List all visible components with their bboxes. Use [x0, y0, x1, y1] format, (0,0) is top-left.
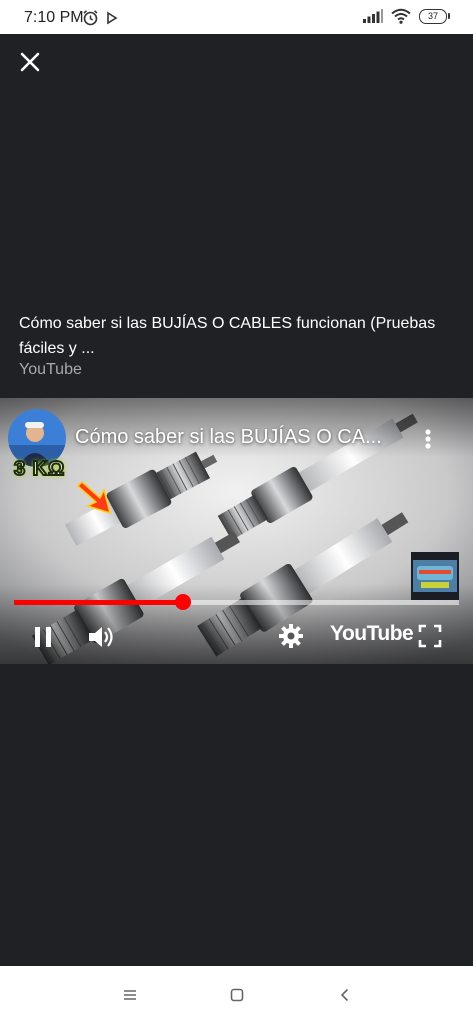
pause-button[interactable]	[30, 624, 56, 655]
volume-button[interactable]	[86, 622, 116, 657]
battery-icon: 37	[419, 8, 450, 24]
youtube-logo[interactable]: YouTube	[330, 622, 414, 646]
alarm-icon	[83, 10, 98, 26]
recent-apps-button[interactable]	[100, 966, 160, 1024]
channel-watermark[interactable]	[411, 552, 459, 600]
pause-icon	[35, 627, 51, 647]
back-button[interactable]	[315, 966, 375, 1024]
wifi-icon	[391, 8, 411, 24]
watermark-image	[411, 552, 459, 600]
close-icon	[20, 52, 40, 72]
gear-icon	[279, 624, 303, 648]
video-title[interactable]: Cómo saber si las BUJÍAS O CABLES funcio…	[19, 311, 459, 361]
source-label: YouTube	[19, 361, 82, 378]
close-button[interactable]	[16, 48, 44, 76]
progress-scrubber[interactable]	[175, 594, 192, 610]
overlay-video-title[interactable]: Cómo saber si las BUJÍAS O CA...	[75, 426, 382, 449]
settings-button[interactable]	[278, 623, 304, 654]
play-store-icon	[107, 11, 118, 24]
navigation-bar	[0, 966, 473, 1024]
battery-level: 37	[427, 11, 438, 21]
back-icon	[340, 988, 349, 1002]
signal-icon	[363, 9, 383, 23]
home-button[interactable]	[207, 966, 267, 1024]
status-time: 7:10 PM	[24, 9, 84, 26]
status-bar: 7:10 PM 37	[0, 0, 473, 34]
thumbnail-overlay-text: 3 KΩ	[13, 457, 66, 481]
menu-icon	[124, 990, 136, 1000]
fullscreen-button[interactable]	[417, 623, 443, 654]
more-vert-icon	[425, 429, 431, 449]
volume-icon	[89, 627, 113, 647]
progress-fill	[14, 600, 184, 605]
home-icon	[230, 988, 244, 1002]
fullscreen-icon	[418, 624, 442, 648]
more-options-button[interactable]	[420, 424, 436, 454]
